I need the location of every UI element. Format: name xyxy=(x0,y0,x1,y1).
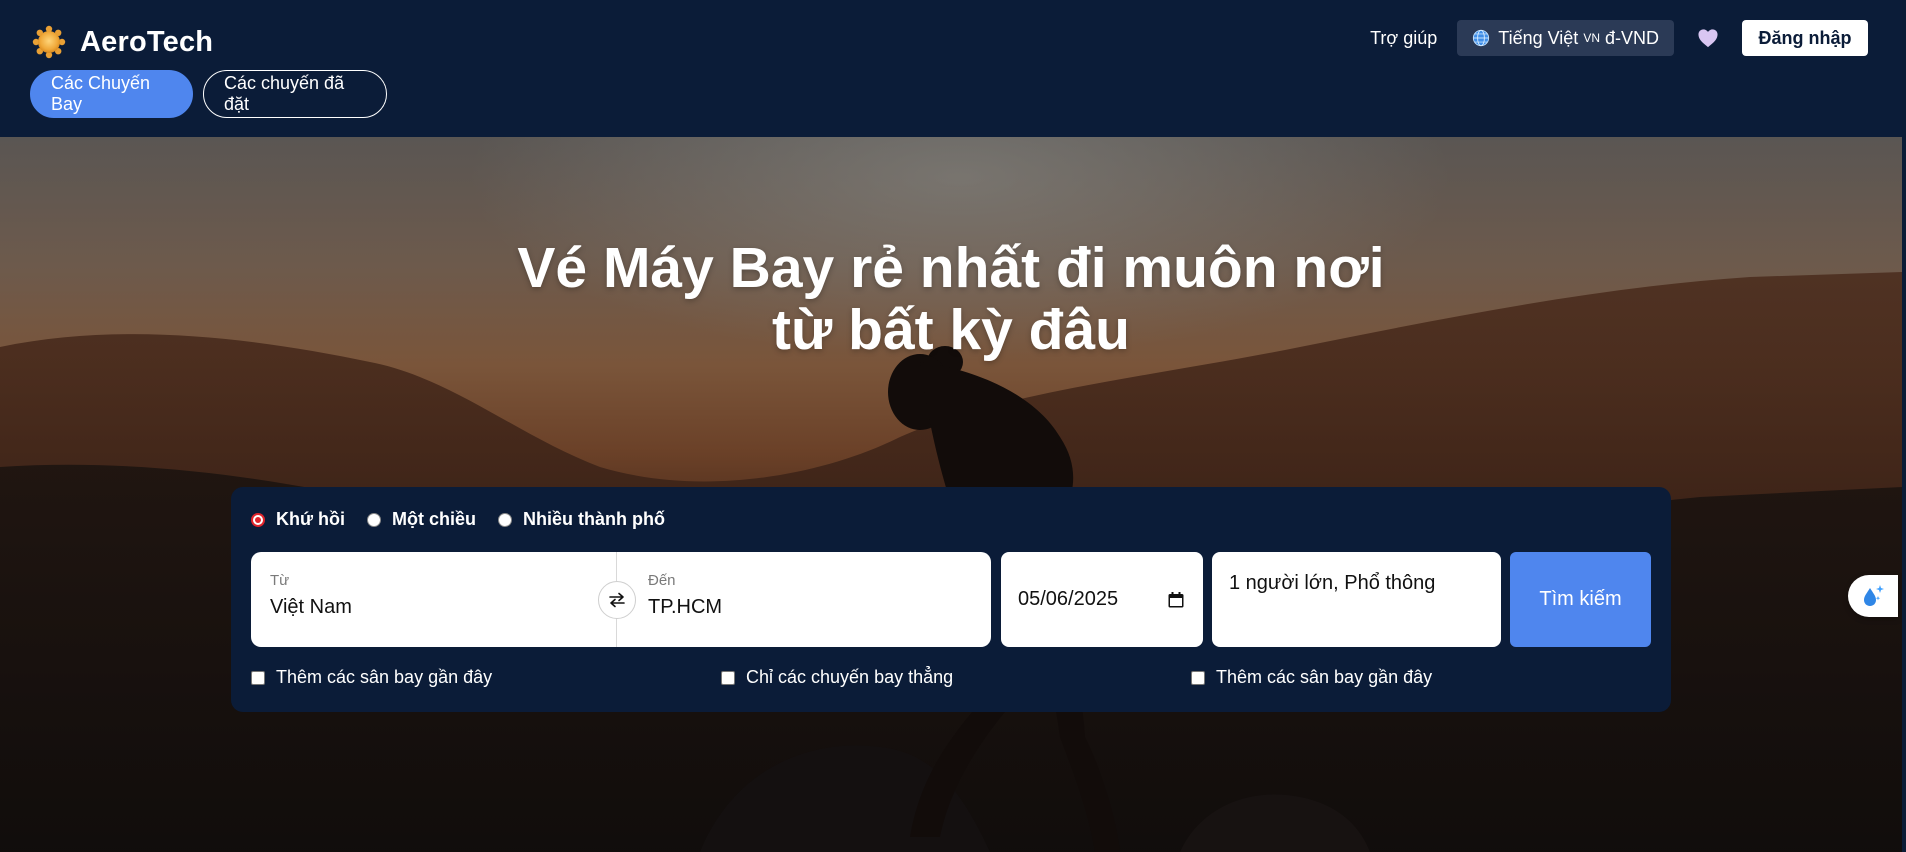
destination-label: Đến xyxy=(648,572,676,589)
language-label: Tiếng Việt xyxy=(1498,27,1579,48)
calendar-icon[interactable] xyxy=(1167,591,1185,609)
brand-logo[interactable]: AeroTech xyxy=(32,22,213,62)
destination-value[interactable]: TP.HCM xyxy=(648,596,991,619)
checkbox-nearby-airports[interactable] xyxy=(251,670,265,685)
option-label: Thêm các sân bay gần đây xyxy=(276,667,493,687)
hero-title: Vé Máy Bay rẻ nhất đi muôn nơi từ bất kỳ… xyxy=(0,237,1902,361)
option-label: Chỉ các chuyến bay thẳng xyxy=(746,667,954,687)
swap-route-button[interactable] xyxy=(598,581,636,619)
option-nearby-airports[interactable]: Thêm các sân bay gần đây xyxy=(251,667,492,688)
page: AeroTech Các Chuyến Bay Các chuyến đã đặ… xyxy=(0,0,1906,852)
route-fields: Từ Việt Nam Đến TP.HCM xyxy=(251,552,991,647)
origin-label: Từ xyxy=(270,572,290,589)
main-nav-tabs: Các Chuyến Bay Các chuyến đã đặt xyxy=(30,70,387,118)
water-drop-sparkle-icon xyxy=(1864,585,1884,606)
trip-type-selector: Khứ hồi Một chiều Nhiều thành phố xyxy=(251,509,687,530)
option-label: Thêm các sân bay gần đây xyxy=(1216,667,1433,687)
login-button[interactable]: Đăng nhập xyxy=(1742,20,1868,56)
departure-date-value[interactable]: 05/06/2025 xyxy=(1018,588,1118,611)
flight-search-panel: Khứ hồi Một chiều Nhiều thành phố Từ Việ… xyxy=(231,487,1671,712)
sun-logo-icon xyxy=(32,25,66,59)
top-header: AeroTech Các Chuyến Bay Các chuyến đã đặ… xyxy=(0,0,1902,137)
floating-assistant-button[interactable] xyxy=(1848,575,1898,617)
language-flag: VN xyxy=(1583,31,1600,45)
currency-label: đ-VND xyxy=(1604,27,1659,48)
header-actions: Trợ giúp Tiếng Việt VN đ-VND Đăng nhập xyxy=(1370,20,1868,56)
trip-type-label: Nhiều thành phố xyxy=(523,509,666,529)
trip-type-one-way[interactable]: Một chiều xyxy=(367,509,476,530)
trip-type-label: Một chiều xyxy=(392,509,477,529)
globe-icon xyxy=(1473,29,1490,47)
departure-date-field[interactable]: 05/06/2025 xyxy=(1001,552,1203,647)
language-currency-button[interactable]: Tiếng Việt VN đ-VND xyxy=(1457,20,1674,56)
origin-value[interactable]: Việt Nam xyxy=(270,596,616,619)
origin-field[interactable]: Từ Việt Nam xyxy=(251,552,616,647)
radio-round-trip[interactable] xyxy=(251,512,265,527)
trip-type-round[interactable]: Khứ hồi xyxy=(251,509,345,530)
checkbox-nearby-airports-2[interactable] xyxy=(1191,670,1205,685)
hero-title-line-2: từ bất kỳ đâu xyxy=(771,298,1130,362)
option-direct-flights[interactable]: Chỉ các chuyến bay thẳng xyxy=(721,667,953,688)
radio-multi-city[interactable] xyxy=(498,512,513,527)
brand-name: AeroTech xyxy=(80,25,214,58)
destination-field[interactable]: Đến TP.HCM xyxy=(616,552,991,647)
trip-type-multi-city[interactable]: Nhiều thành phố xyxy=(498,509,665,530)
help-link[interactable]: Trợ giúp xyxy=(1370,28,1437,49)
radio-one-way[interactable] xyxy=(367,512,382,527)
option-nearby-airports-2[interactable]: Thêm các sân bay gần đây xyxy=(1191,667,1432,688)
search-button[interactable]: Tìm kiếm xyxy=(1510,552,1651,647)
swap-icon xyxy=(609,592,625,608)
trip-type-label: Khứ hồi xyxy=(276,509,346,529)
favorites-button[interactable] xyxy=(1696,27,1720,49)
search-options: Thêm các sân bay gần đây Chỉ các chuyến … xyxy=(251,667,1651,691)
tab-flights[interactable]: Các Chuyến Bay xyxy=(30,70,193,118)
checkbox-direct-flights[interactable] xyxy=(721,670,735,685)
heart-icon xyxy=(1698,29,1718,48)
tab-booked-flights[interactable]: Các chuyến đã đặt xyxy=(203,70,387,118)
passenger-class-selector[interactable]: 1 người lớn, Phổ thông xyxy=(1212,552,1501,647)
hero-title-line-1: Vé Máy Bay rẻ nhất đi muôn nơi xyxy=(517,236,1385,300)
